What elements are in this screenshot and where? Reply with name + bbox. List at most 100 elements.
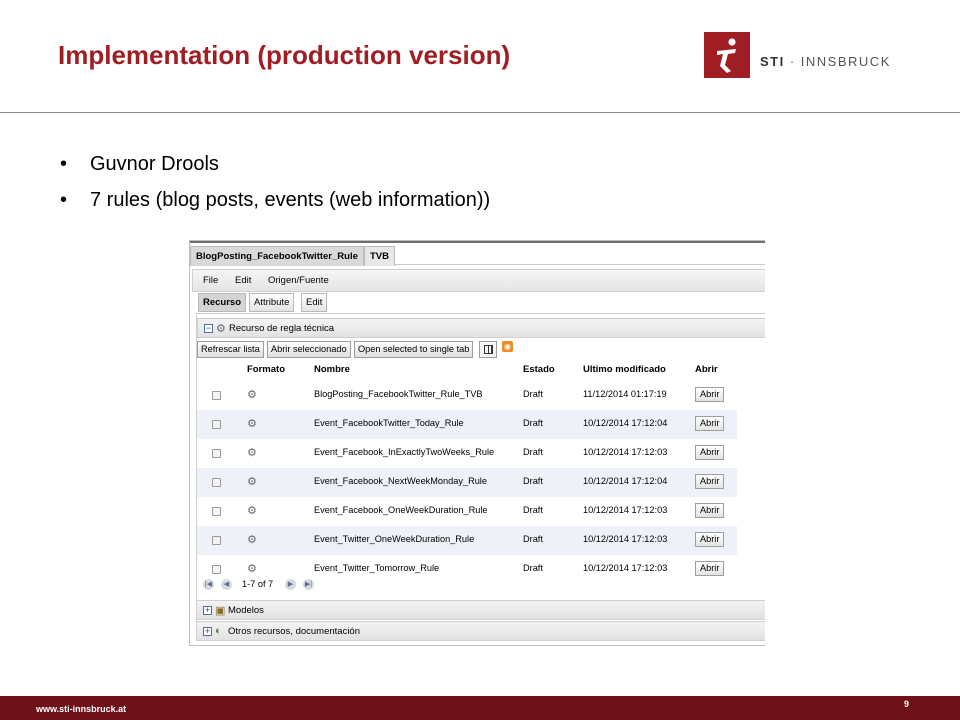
first-page-icon[interactable]: |◀ — [203, 579, 214, 590]
open-button[interactable]: Abrir — [695, 503, 725, 518]
logo-separator: · — [784, 54, 801, 69]
row-status: Draft — [523, 447, 543, 457]
section-header-models[interactable]: + ▣ Modelos — [196, 600, 765, 620]
table-row[interactable]: ⚙ Event_Facebook_OneWeekDuration_Rule Dr… — [197, 497, 737, 526]
minus-icon[interactable]: − — [204, 324, 213, 333]
row-name: Event_FacebookTwitter_Today_Rule — [314, 418, 464, 428]
open-button[interactable]: Abrir — [695, 416, 725, 431]
row-name: Event_Twitter_Tomorrow_Rule — [314, 563, 440, 573]
prev-page-icon[interactable]: ◀ — [221, 579, 232, 590]
column-chooser-icon — [484, 345, 493, 354]
row-modified: 10/12/2014 17:12:04 — [583, 418, 668, 428]
bullet-text: 7 rules (blog posts, events (web informa… — [90, 189, 491, 211]
slide-title: Implementation (production version) — [58, 40, 511, 70]
row-modified: 11/12/2014 01:17:19 — [583, 389, 667, 399]
table-row[interactable]: ⚙ Event_FacebookTwitter_Today_Rule Draft… — [197, 410, 737, 439]
row-modified: 10/12/2014 17:12:03 — [583, 534, 668, 544]
row-checkbox[interactable] — [212, 420, 221, 429]
refresh-list-button[interactable]: Refrescar lista — [197, 341, 264, 358]
menu-bar: File Edit Origen/Fuente — [192, 269, 765, 292]
section-title: Recurso de regla técnica — [229, 323, 335, 334]
open-selected-button[interactable]: Abrir seleccionado — [267, 341, 351, 358]
section-title: Otros recursos, documentación — [228, 626, 361, 637]
rss-icon[interactable]: ◉ — [502, 341, 513, 352]
rule-gear-icon: ⚙ — [216, 323, 226, 335]
bullet-list: • Guvnor Drools • 7 rules (blog posts, eve… — [60, 146, 490, 218]
sti-innsbruck-logo: STI · INNSBRUCK — [704, 32, 894, 78]
plus-icon[interactable]: + — [203, 606, 212, 615]
row-status: Draft — [523, 418, 543, 428]
col-status[interactable]: Estado — [523, 364, 555, 375]
doc-tab-blogposting-rule[interactable]: BlogPosting_FacebookTwitter_Rule — [190, 246, 364, 266]
column-chooser-button[interactable] — [479, 341, 497, 358]
menu-file[interactable]: File — [203, 275, 218, 286]
row-name: BlogPosting_FacebookTwitter_Rule_TVB — [314, 389, 483, 399]
row-modified: 10/12/2014 17:12:03 — [583, 563, 668, 573]
menu-origen-fuente[interactable]: Origen/Fuente — [268, 275, 329, 286]
table-row[interactable]: ⚙ Event_Facebook_InExactlyTwoWeeks_Rule … — [197, 439, 737, 468]
table-row[interactable]: ⚙ BlogPosting_FacebookTwitter_Rule_TVB D… — [197, 381, 737, 410]
row-status: Draft — [523, 476, 543, 486]
document-tab-bar: BlogPosting_FacebookTwitter_Rule TVB — [190, 241, 765, 266]
sti-logo-icon — [704, 32, 750, 78]
row-checkbox[interactable] — [212, 391, 221, 400]
table-row[interactable]: ⚙ Event_Twitter_OneWeekDuration_Rule Dra… — [197, 526, 737, 555]
bullet-dot: • — [60, 153, 68, 175]
row-checkbox[interactable] — [212, 478, 221, 487]
row-modified: 10/12/2014 17:12:03 — [583, 505, 668, 515]
bullet-dot: • — [60, 189, 68, 211]
plus-icon[interactable]: + — [203, 627, 212, 636]
row-name: Event_Facebook_OneWeekDuration_Rule — [314, 505, 488, 515]
doc-tab-tvb[interactable]: TVB — [364, 246, 395, 266]
open-button[interactable]: Abrir — [695, 387, 725, 402]
slide-footer: www.sti-innsbruck.at 9 — [0, 696, 960, 720]
table-row[interactable]: ⚙ Event_Twitter_Tomorrow_Rule Draft 10/1… — [197, 555, 737, 584]
tab-edit[interactable]: Edit — [301, 293, 328, 312]
row-modified: 10/12/2014 17:12:04 — [583, 476, 668, 486]
last-page-icon[interactable]: ▶| — [303, 579, 314, 590]
page-number: 9 — [904, 699, 910, 709]
rule-gear-icon: ⚙ — [247, 418, 257, 430]
documents-icon: ◐ — [215, 625, 222, 637]
row-checkbox[interactable] — [212, 449, 221, 458]
row-name: Event_Twitter_OneWeekDuration_Rule — [314, 534, 475, 544]
open-button[interactable]: Abrir — [695, 445, 725, 460]
tab-attribute[interactable]: Attribute — [249, 293, 295, 312]
open-button[interactable]: Abrir — [695, 561, 725, 576]
row-name: Event_Facebook_NextWeekMonday_Rule — [314, 476, 487, 486]
row-status: Draft — [523, 505, 543, 515]
row-status: Draft — [523, 563, 543, 573]
menu-edit[interactable]: Edit — [235, 275, 251, 286]
logo-brand: STI — [760, 54, 785, 69]
open-button[interactable]: Abrir — [695, 532, 725, 547]
resource-panel: − ⚙ Recurso de regla técnica Refrescar l… — [196, 313, 765, 623]
open-single-tab-button[interactable]: Open selected to single tab — [354, 341, 474, 358]
rule-gear-icon: ⚙ — [247, 447, 257, 459]
next-page-icon[interactable]: ▶ — [285, 579, 296, 590]
section-header-rule-resource[interactable]: − ⚙ Recurso de regla técnica — [197, 318, 765, 338]
tab-recurso[interactable]: Recurso — [198, 293, 247, 312]
table-row[interactable]: ⚙ Event_Facebook_NextWeekMonday_Rule Dra… — [197, 468, 737, 497]
rule-gear-icon: ⚙ — [247, 505, 257, 517]
rule-gear-icon: ⚙ — [247, 389, 257, 401]
col-name[interactable]: Nombre — [314, 364, 350, 375]
row-status: Draft — [523, 534, 543, 544]
col-format[interactable]: Formato — [247, 364, 285, 375]
section-title: Modelos — [228, 605, 264, 616]
grid-header: Formato Nombre Estado Ultimo modificado … — [197, 361, 743, 379]
row-checkbox[interactable] — [212, 536, 221, 545]
header-divider — [0, 112, 960, 113]
row-checkbox[interactable] — [212, 565, 221, 574]
col-open[interactable]: Abrir — [695, 364, 718, 375]
rule-gear-icon: ⚙ — [247, 563, 257, 575]
bullet-item: • 7 rules (blog posts, events (web inform… — [60, 182, 490, 218]
models-icon: ▣ — [215, 605, 226, 617]
row-modified: 10/12/2014 17:12:03 — [583, 447, 668, 457]
section-header-other-resources[interactable]: + ◐ Otros recursos, documentación — [196, 621, 765, 641]
row-status: Draft — [523, 389, 543, 399]
col-modified[interactable]: Ultimo modificado — [583, 364, 666, 375]
footer-url[interactable]: www.sti-innsbruck.at — [36, 704, 126, 714]
rule-gear-icon: ⚙ — [247, 534, 257, 546]
row-checkbox[interactable] — [212, 507, 221, 516]
open-button[interactable]: Abrir — [695, 474, 725, 489]
